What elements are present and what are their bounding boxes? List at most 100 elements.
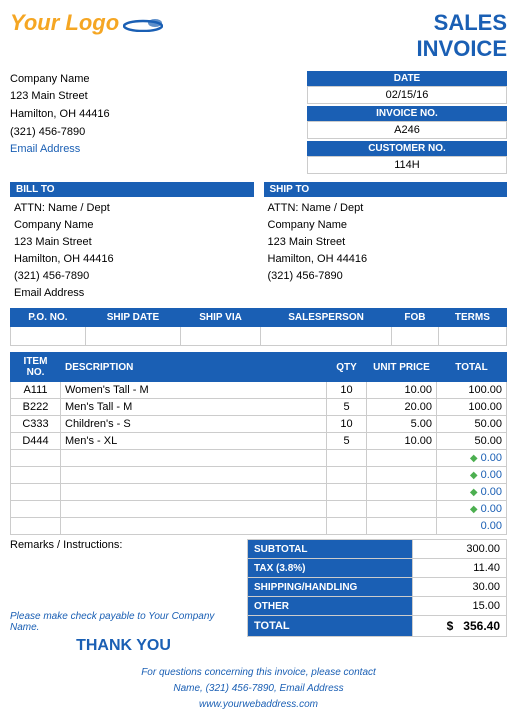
qty-cell: 5 — [327, 433, 367, 450]
total-row: TOTAL $ 356.40 — [248, 616, 507, 637]
subtotal-row: SUBTOTAL 300.00 — [248, 540, 507, 559]
terms-cell — [438, 327, 506, 346]
qty-header: QTY — [327, 353, 367, 382]
subtotal-value: 300.00 — [412, 540, 506, 559]
sender-city: Hamilton, OH 44416 — [10, 106, 307, 124]
description-cell: Children's - S — [61, 416, 327, 433]
po-no-cell — [11, 327, 86, 346]
empty-item-no — [11, 450, 61, 467]
green-indicator: ◆ — [470, 470, 478, 481]
other-label: OTHER — [248, 597, 413, 616]
empty-total: ◆ 0.00 — [437, 450, 507, 467]
table-row: D444 Men's - XL 5 10.00 50.00 — [11, 433, 507, 450]
empty-desc — [61, 467, 327, 484]
ship-date-header: SHIP DATE — [85, 309, 180, 327]
bill-phone: (321) 456-7890 — [10, 268, 254, 285]
total-amount: 356.40 — [463, 619, 500, 633]
bill-to-block: BILL TO ATTN: Name / Dept Company Name 1… — [10, 182, 254, 302]
empty-qty — [327, 467, 367, 484]
totals-table: SUBTOTAL 300.00 TAX (3.8%) 11.40 SHIPPIN… — [247, 539, 507, 637]
empty-total: 0.00 — [437, 518, 507, 535]
empty-total: ◆ 0.00 — [437, 467, 507, 484]
invoice-no-value: A246 — [307, 121, 507, 139]
description-header: DESCRIPTION — [61, 353, 327, 382]
description-cell: Women's Tall - M — [61, 382, 327, 399]
description-cell: Men's Tall - M — [61, 399, 327, 416]
bill-company: Company Name — [10, 217, 254, 234]
subtotal-label: SUBTOTAL — [248, 540, 413, 559]
footer-line2: Name, (321) 456-7890, Email Address — [10, 681, 507, 697]
logo-swoosh-icon — [123, 14, 163, 32]
remarks-label: Remarks / Instructions: — [10, 539, 237, 551]
sender-info: Company Name 123 Main Street Hamilton, O… — [10, 71, 307, 176]
bill-street: 123 Main Street — [10, 234, 254, 251]
empty-qty — [327, 501, 367, 518]
qty-cell: 10 — [327, 416, 367, 433]
empty-row: ◆ 0.00 — [11, 467, 507, 484]
total-currency: $ — [447, 619, 454, 633]
date-block: DATE 02/15/16 INVOICE NO. A246 CUSTOMER … — [307, 71, 507, 176]
ship-attn: ATTN: Name / Dept — [264, 200, 508, 217]
footer-website: www.yourwebaddress.com — [10, 697, 507, 713]
item-no-cell: B222 — [11, 399, 61, 416]
empty-item-no — [11, 484, 61, 501]
bottom-section: Remarks / Instructions: Please make chec… — [10, 539, 507, 655]
salesperson-cell — [261, 327, 392, 346]
other-row: OTHER 15.00 — [248, 597, 507, 616]
invoice-no-row: INVOICE NO. A246 — [307, 106, 507, 139]
unit-price-cell: 20.00 — [367, 399, 437, 416]
empty-item-no — [11, 501, 61, 518]
date-row: DATE 02/15/16 — [307, 71, 507, 104]
customer-no-value: 114H — [307, 156, 507, 174]
empty-item-no — [11, 467, 61, 484]
empty-qty — [327, 484, 367, 501]
logo-area: Your Logo — [10, 10, 163, 36]
customer-no-label: CUSTOMER NO. — [307, 141, 507, 156]
shipping-label: SHIPPING/HANDLING — [248, 578, 413, 597]
bill-attn: ATTN: Name / Dept — [10, 200, 254, 217]
empty-desc — [61, 518, 327, 535]
tax-row: TAX (3.8%) 11.40 — [248, 559, 507, 578]
qty-cell: 5 — [327, 399, 367, 416]
empty-qty — [327, 518, 367, 535]
invoice-no-label: INVOICE NO. — [307, 106, 507, 121]
date-value: 02/15/16 — [307, 86, 507, 104]
po-no-header: P.O. NO. — [11, 309, 86, 327]
ship-via-cell — [181, 327, 261, 346]
item-no-header: ITEM NO. — [11, 353, 61, 382]
unit-price-header: UNIT PRICE — [367, 353, 437, 382]
empty-unit-price — [367, 518, 437, 535]
unit-price-cell: 10.00 — [367, 382, 437, 399]
item-no-cell: D444 — [11, 433, 61, 450]
empty-desc — [61, 484, 327, 501]
sender-phone: (321) 456-7890 — [10, 124, 307, 142]
sender-street: 123 Main Street — [10, 88, 307, 106]
footer-left-area: Please make check payable to Your Compan… — [10, 611, 237, 655]
ship-street: 123 Main Street — [264, 234, 508, 251]
table-row: C333 Children's - S 10 5.00 50.00 — [11, 416, 507, 433]
bill-to-header: BILL TO — [10, 182, 254, 197]
items-table: ITEM NO. DESCRIPTION QTY UNIT PRICE TOTA… — [10, 352, 507, 535]
empty-total: ◆ 0.00 — [437, 484, 507, 501]
unit-price-cell: 5.00 — [367, 416, 437, 433]
bill-ship-section: BILL TO ATTN: Name / Dept Company Name 1… — [10, 182, 507, 302]
ship-phone: (321) 456-7890 — [264, 268, 508, 285]
bill-email: Email Address — [10, 285, 254, 302]
po-row — [11, 327, 507, 346]
info-section: Company Name 123 Main Street Hamilton, O… — [10, 71, 507, 176]
ship-city: Hamilton, OH 44416 — [264, 251, 508, 268]
empty-desc — [61, 450, 327, 467]
green-indicator: ◆ — [470, 453, 478, 464]
description-cell: Men's - XL — [61, 433, 327, 450]
tax-label: TAX (3.8%) — [248, 559, 413, 578]
shipping-row: SHIPPING/HANDLING 30.00 — [248, 578, 507, 597]
customer-no-row: CUSTOMER NO. 114H — [307, 141, 507, 174]
check-text: Please make check payable to Your Compan… — [10, 611, 237, 633]
empty-unit-price — [367, 501, 437, 518]
date-label: DATE — [307, 71, 507, 86]
terms-header: TERMS — [438, 309, 506, 327]
totals-area: SUBTOTAL 300.00 TAX (3.8%) 11.40 SHIPPIN… — [247, 539, 507, 655]
empty-item-no — [11, 518, 61, 535]
total-cell: 100.00 — [437, 382, 507, 399]
company-name: Company Name — [10, 71, 307, 89]
